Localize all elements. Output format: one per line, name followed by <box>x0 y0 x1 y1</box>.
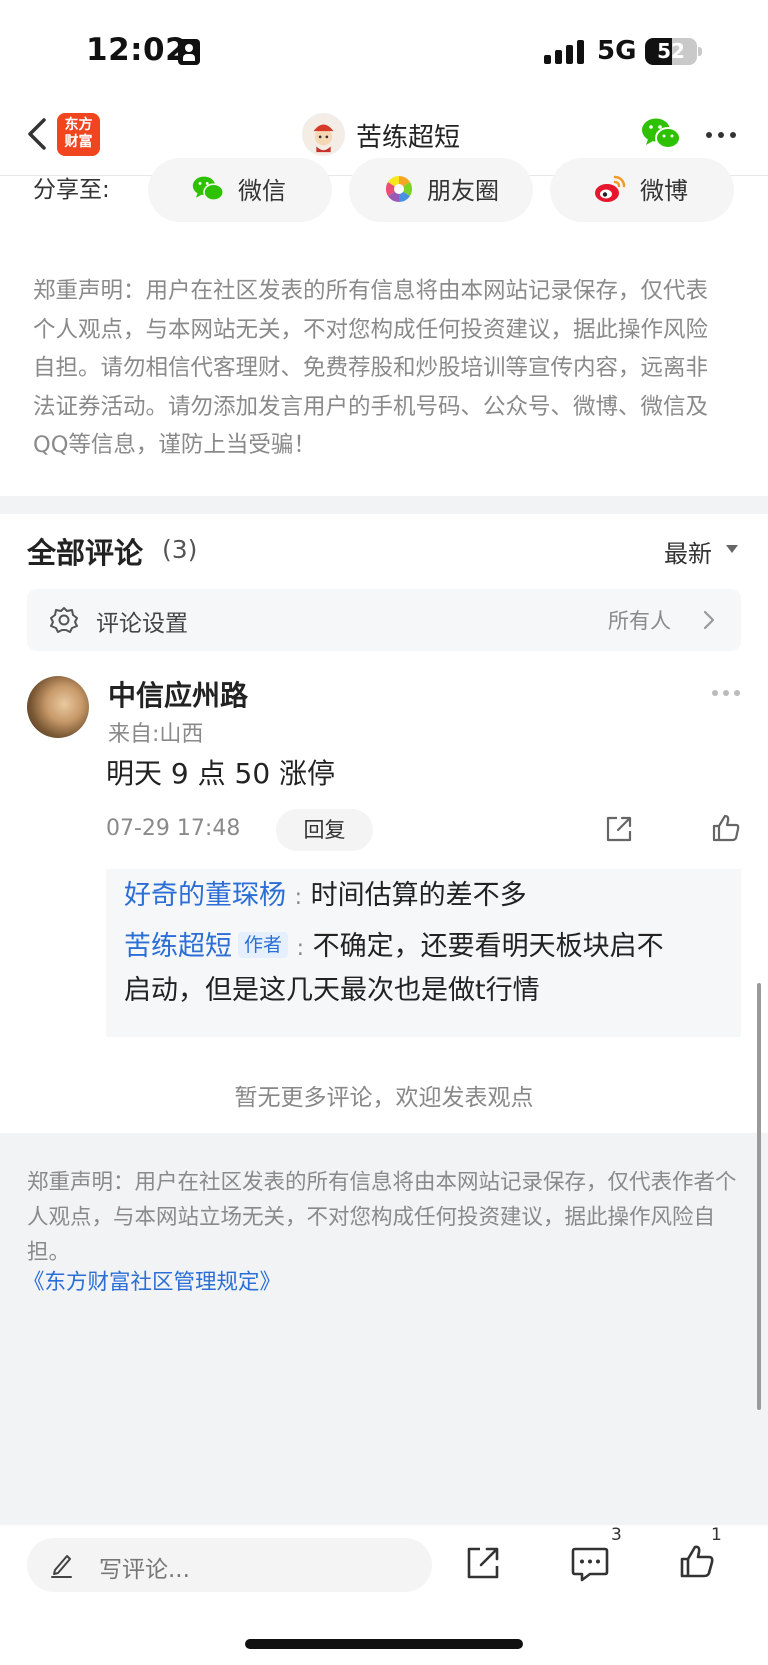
moments-icon <box>385 175 413 203</box>
reply-text-continued: 启动，但是这几天最次也是做t行情 <box>124 975 540 1006</box>
battery-cap <box>698 47 702 56</box>
wechat-icon <box>192 176 224 201</box>
share-wechat-label: 微信 <box>238 177 286 205</box>
author-avatar-icon[interactable] <box>302 113 345 156</box>
comments-title: 全部评论 <box>27 536 144 570</box>
chevron-right-icon <box>703 610 715 630</box>
back-icon[interactable] <box>24 114 54 154</box>
section-divider <box>0 496 768 514</box>
pencil-icon <box>51 1555 72 1578</box>
share-moments-label: 朋友圈 <box>427 177 499 205</box>
app-logo[interactable]: 东方 财富 <box>57 113 100 156</box>
disclaimer-top: 郑重声明：用户在社区发表的所有信息将由本网站记录保存，仅代表个人观点，与本网站无… <box>33 278 709 458</box>
no-more-comments: 暂无更多评论，欢迎发表观点 <box>234 1085 534 1111</box>
author-badge: 作者 <box>238 932 289 958</box>
settings-label: 评论设置 <box>96 611 188 637</box>
reply-username[interactable]: 好奇的董琛杨 <box>124 880 286 911</box>
battery-icon: 52 <box>645 38 697 65</box>
id-card-icon <box>178 39 200 65</box>
thumbs-up-icon[interactable] <box>678 1542 716 1580</box>
signal-icon <box>544 40 586 64</box>
weibo-icon <box>595 175 626 202</box>
gear-icon <box>50 607 78 633</box>
share-icon[interactable] <box>604 814 634 844</box>
comment-input[interactable]: 写评论... <box>27 1538 432 1592</box>
comment-username[interactable]: 中信应州路 <box>108 674 248 714</box>
comment-icon[interactable] <box>570 1546 610 1582</box>
status-time: 12:02 <box>86 32 188 68</box>
logo-line1: 东方 <box>64 117 93 133</box>
more-icon[interactable] <box>712 690 740 696</box>
share-moments-button[interactable]: 朋友圈 <box>349 158 533 222</box>
reply-colon: : <box>296 936 305 961</box>
home-indicator <box>245 1639 523 1649</box>
more-icon[interactable] <box>706 132 738 138</box>
share-icon[interactable] <box>465 1545 501 1581</box>
disclaimer-bottom: 郑重声明：用户在社区发表的所有信息将由本网站记录保存，仅代表作者个人观点，与本网… <box>27 1170 737 1265</box>
bottom-bar: 写评论... 3 1 <box>0 1525 768 1665</box>
network-label: 5G <box>597 36 637 66</box>
settings-value: 所有人 <box>608 609 671 633</box>
reply-username[interactable]: 苦练超短 <box>124 931 232 962</box>
battery-level: 52 <box>657 39 685 63</box>
comment-time: 07-29 17:48 <box>106 816 241 841</box>
share-weibo-label: 微博 <box>640 177 688 205</box>
caret-down-icon[interactable] <box>726 545 738 553</box>
logo-line2: 财富 <box>64 134 93 150</box>
share-wechat-button[interactable]: 微信 <box>148 158 332 222</box>
comment-settings-row[interactable]: 评论设置 所有人 <box>27 589 741 651</box>
reply-text: 不确定，还要看明天板块启不 <box>312 931 664 962</box>
footer: 郑重声明：用户在社区发表的所有信息将由本网站记录保存，仅代表作者个人观点，与本网… <box>0 1133 768 1525</box>
avatar[interactable] <box>27 676 89 738</box>
sort-dropdown[interactable]: 最新 <box>664 534 712 569</box>
like-count-badge: 1 <box>711 1525 722 1545</box>
reply-item[interactable]: 好奇的董琛杨 : 时间估算的差不多 <box>124 874 527 920</box>
comment-count-badge: 3 <box>611 1525 622 1545</box>
page-title: 苦练超短 <box>356 123 461 153</box>
comments-count: (3) <box>162 535 198 564</box>
share-label: 分享至: <box>33 177 110 203</box>
comment-location: 来自:山西 <box>108 722 204 747</box>
comment-text: 明天 9 点 50 涨停 <box>106 757 336 790</box>
wechat-icon[interactable] <box>641 116 681 152</box>
scrollbar[interactable] <box>757 983 761 1410</box>
reply-colon: : <box>294 885 303 910</box>
reply-item[interactable]: 苦练超短 作者 : 不确定，还要看明天板块启不 <box>124 925 664 971</box>
reply-button[interactable]: 回复 <box>276 809 373 851</box>
reply-thread: 好奇的董琛杨 : 时间估算的差不多 苦练超短 作者 : 不确定，还要看明天板块启不… <box>106 869 741 1037</box>
thumbs-up-icon[interactable] <box>710 812 742 844</box>
community-rules-link[interactable]: 《东方财富社区管理规定》 <box>23 1265 281 1296</box>
reply-text: 时间估算的差不多 <box>310 880 527 911</box>
page: 12:02 5G 52 东方 财富 苦练超短 分享至: 微信 朋友圈 微博 郑重… <box>0 0 768 1665</box>
comment-input-placeholder: 写评论... <box>99 1557 190 1583</box>
share-weibo-button[interactable]: 微博 <box>550 158 734 222</box>
